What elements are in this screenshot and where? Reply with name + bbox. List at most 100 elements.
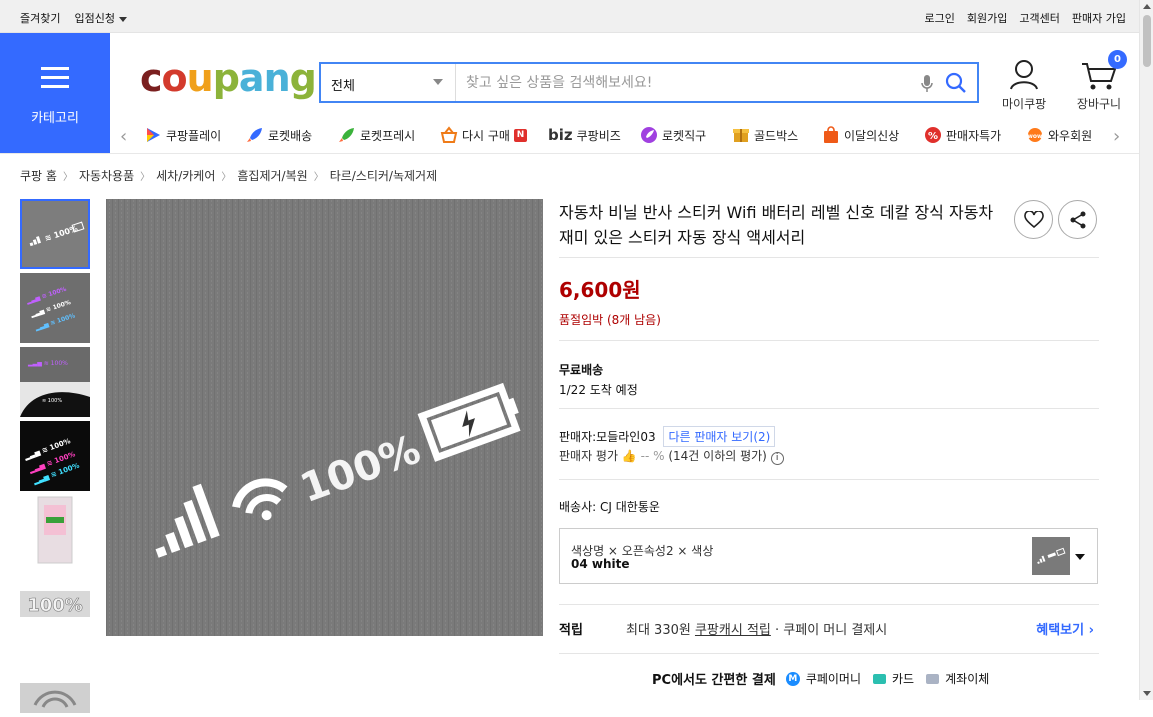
chevron-right-icon: 〉 [140,172,151,183]
seller-join-link[interactable]: 판매자 가입 [1072,10,1126,26]
reward-link[interactable]: 쿠팡캐시 적립 [695,623,771,638]
top-bar: 즐겨찾기 입점신청 로그인 회원가입 고객센터 판매자 가입 [0,0,1153,33]
divider [559,408,1099,409]
chevron-right-icon: › [1088,623,1094,638]
divider [559,340,1099,341]
category-label: 카테고리 [31,111,79,126]
share-button[interactable] [1058,200,1097,239]
breadcrumb-item[interactable]: 흠집제거/복원 [237,167,307,184]
seller-name[interactable]: 모들라인03 [596,430,655,444]
thumbnail-sticker-text: 100% [27,595,83,616]
option-thumbnail [1032,537,1070,575]
search-icon[interactable] [945,72,967,98]
service-item[interactable]: % 판매자특가 [924,126,1001,144]
benefits-label: 혜택보기 [1036,623,1085,638]
favorites-link[interactable]: 즐겨찾기 [20,10,60,26]
support-link[interactable]: 고객센터 [1019,10,1059,26]
product-title: 자동차 비닐 반사 스티커 Wifi 배터리 레벨 신호 데칼 장식 자동차 재… [559,203,994,247]
product-thumbnail[interactable]: ▂▃▅ ≋ 100% ▂▃▅ ≋ 100% ▂▃▅ ≋ 100% [20,273,90,343]
service-label: 쿠팡비즈 [576,128,621,143]
reward-amount: 최대 330원 [626,623,691,638]
service-item[interactable]: 로켓프레시 [338,126,415,144]
partner-label: 입점신청 [74,12,115,25]
product-thumbnail[interactable]: 100% [20,569,90,639]
info-icon[interactable]: i [770,452,784,465]
cart-label: 장바구니 [1076,97,1122,111]
divider [559,604,1099,605]
service-label: 다시 구매 [462,128,510,143]
seller-prefix: 판매자: [559,430,597,444]
svg-text:▂▃▅ ≋ 100%: ▂▃▅ ≋ 100% [27,360,68,367]
partner-dropdown[interactable]: 입점신청 [74,10,127,26]
breadcrumb-item[interactable]: 쿠팡 홈 [20,167,57,184]
chevron-down-icon [433,79,443,85]
signup-link[interactable]: 회원가입 [967,10,1007,26]
service-item[interactable]: 골드박스 [732,126,798,144]
search-category-select[interactable]: 전체 [321,64,456,101]
header-divider [0,153,1139,154]
svg-text:≋ 100%: ≋ 100% [42,398,62,404]
breadcrumb-item[interactable]: 타르/스티커/녹제거제 [330,167,437,184]
bank-icon [926,673,940,684]
option-select[interactable]: 색상명 × 오픈속성2 × 색상 04 white [559,528,1098,584]
coupay-money-label: 쿠페이머니 [805,672,862,686]
stock-note: 품절임박 (8개 남음) [559,313,661,327]
search-input[interactable] [466,70,906,96]
breadcrumb-item[interactable]: 세차/카케어 [156,167,215,184]
courier-name: CJ 대한통운 [600,500,660,514]
basket-icon [440,126,458,143]
service-item[interactable]: 쿠팡플레이 [144,126,221,144]
delivery-date: 1/22 도착 예정 [559,383,638,397]
seller-rating-value: -- % [640,449,665,463]
user-icon [1010,60,1039,90]
seller-rating-label: 판매자 평가 [559,449,619,463]
mycoupang-button[interactable]: 마이쿠팡 [1002,58,1046,112]
microphone-icon[interactable] [921,74,933,98]
share-icon [1070,211,1085,228]
main-product-image[interactable]: 100% [106,199,543,636]
reward-title: 적립 [559,623,583,638]
card-icon [873,673,887,684]
category-button[interactable]: 카테고리 [0,33,110,153]
service-item[interactable]: 이달의신상 [822,126,899,144]
vertical-scrollbar[interactable] [1139,0,1153,700]
search-category-value: 전체 [331,79,355,94]
service-item[interactable]: 로켓배송 [246,126,312,144]
wishlist-button[interactable] [1014,200,1053,239]
courier-info: 배송사: CJ 대한통운 [559,498,660,515]
service-label: 로켓배송 [268,128,313,143]
breadcrumb: 쿠팡 홈 〉 자동차용품 〉 세차/카케어 〉 흠집제거/복원 〉 타르/스티커/녹제거… [20,167,437,184]
service-item[interactable]: wow 와우회원 [1026,126,1098,144]
divider [559,257,1099,258]
thumbs-up-icon: 👍 [621,449,637,463]
service-item[interactable]: 다시 구매 N [440,126,527,144]
service-item[interactable]: 로켓직구 [640,126,706,144]
product-thumbnail[interactable]: ▂▃▅ ≋ 100% ≋ 100% [20,347,90,417]
product-price: 6,600원 [559,278,641,302]
scroll-up-icon[interactable] [1143,4,1151,9]
chevron-right-icon: 〉 [62,172,73,183]
coupang-logo[interactable]: coupang [140,56,317,100]
other-sellers-button[interactable]: 다른 판매자 보기(2) [663,426,776,447]
breadcrumb-item[interactable]: 자동차용품 [79,167,134,184]
play-icon [147,128,160,142]
heart-icon [1023,210,1044,228]
scroll-down-icon[interactable] [1143,691,1151,696]
login-link[interactable]: 로그인 [925,10,955,26]
scroll-thumb[interactable] [1143,15,1151,67]
product-thumbnail[interactable]: ≋ 100% [20,199,90,269]
product-thumbnail[interactable] [20,643,90,713]
shipping-title: 무료배송 [559,363,604,377]
rocket-global-icon [641,127,657,143]
service-item[interactable]: biz 쿠팡비즈 [548,126,621,144]
product-thumbnail[interactable] [20,495,90,565]
service-nav: 쿠팡플레이 로켓배송 로켓프레시 다시 구매 N biz 쿠팡비즈 로켓직구 골… [118,122,1128,150]
product-thumbnail[interactable]: ▂▃▅ ≋ 100% ▂▃▅ ≋ 100% ▂▃▅ ≋ 100% [20,421,90,491]
benefits-button[interactable]: 혜택보기 › [1036,619,1094,638]
seller-rating: 판매자 평가 👍 -- % (14건 이하의 평가) i [559,447,784,465]
chevron-right-icon: 〉 [221,172,232,183]
option-value: 04 white [571,557,630,571]
payment-options: PC에서도 간편한 결제 M 쿠페이머니 카드 계좌이체 [652,669,989,688]
hamburger-icon [41,67,69,94]
service-label: 로켓프레시 [360,128,416,143]
